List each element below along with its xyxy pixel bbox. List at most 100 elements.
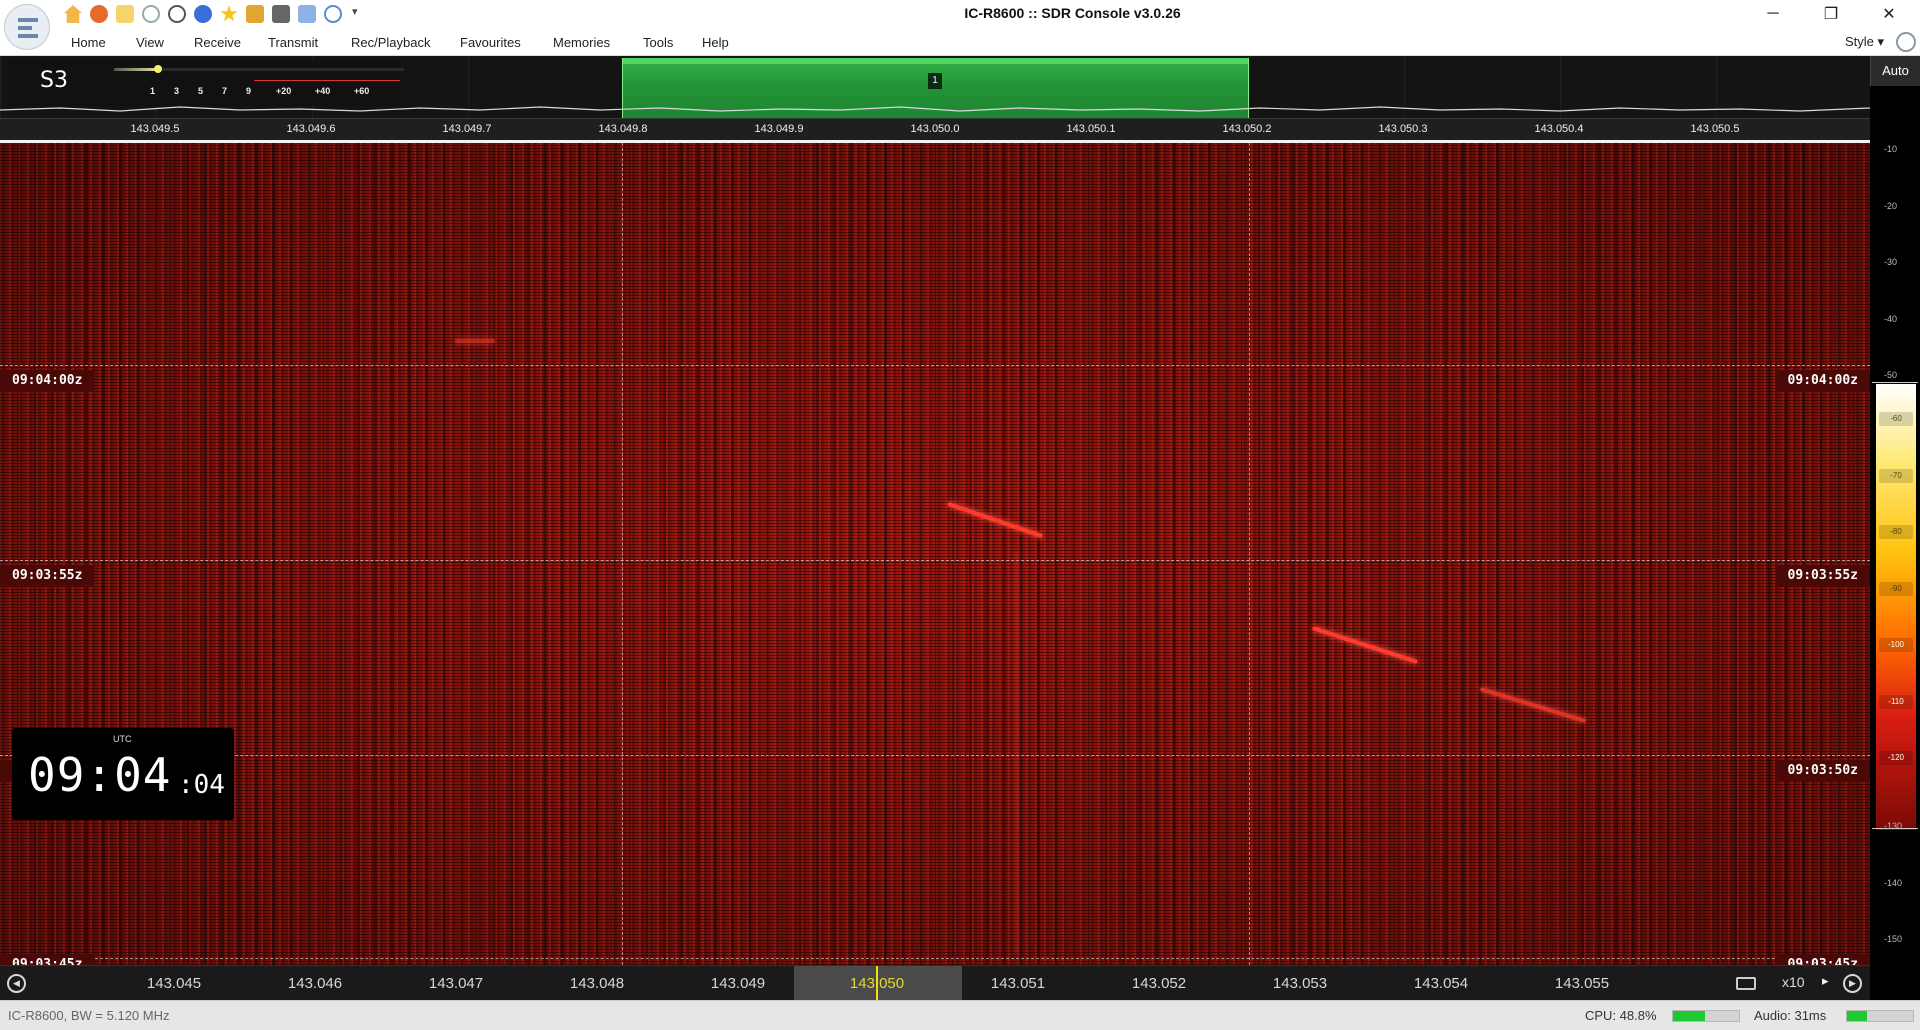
bandwidth-scale-bar[interactable]: ◀ 143.045 143.046 143.047 143.048 143.04… (0, 965, 1870, 1001)
cpu-usage-label: CPU: 48.8% (1585, 1008, 1657, 1023)
spectrum-trace (0, 106, 1870, 112)
auto-scale-button[interactable]: Auto (1870, 56, 1920, 86)
freq-tick: 143.049.7 (442, 123, 492, 135)
menu-receive[interactable]: Receive (194, 35, 241, 50)
waterfall-time-label-right: 09:03:50z (1775, 760, 1870, 782)
passband-top-edge[interactable] (623, 58, 1248, 64)
freq-tick: 143.050.4 (1534, 123, 1584, 135)
palette-label: -60 (1879, 412, 1913, 426)
s-scale-label: +20 (276, 86, 292, 96)
s-meter-over-s9-line (254, 80, 400, 81)
passband-right-edge-line (1249, 143, 1250, 965)
waterfall-time-label-right: 09:03:45z (1775, 954, 1870, 965)
cpu-usage-fill (1673, 1011, 1706, 1021)
db-label: -10 (1884, 144, 1898, 154)
s-scale-label: +40 (315, 86, 331, 96)
palette-label: -100 (1879, 638, 1913, 652)
meteor-ping-trace (1312, 626, 1418, 664)
scroll-right-icon[interactable]: ▶ (1843, 974, 1862, 993)
menu-transmit[interactable]: Transmit (268, 35, 318, 50)
waterfall-time-label-left: 09:03:45z (0, 954, 95, 965)
scroll-left-icon[interactable]: ◀ (7, 974, 26, 993)
s-scale-label: 3 (174, 86, 180, 96)
status-bar: IC-R8600, BW = 5.120 MHz CPU: 48.8% Audi… (0, 1000, 1920, 1030)
waterfall-time-label-right: 09:04:00z (1775, 370, 1870, 392)
s-meter-reading: S3 (40, 68, 68, 93)
time-gridline (0, 365, 1870, 366)
db-scale-panel[interactable]: Auto -10 -20 -30 -40 -50 -60 -70 -80 -90… (1870, 56, 1920, 1000)
menu-tools[interactable]: Tools (643, 35, 673, 50)
db-label: -30 (1884, 257, 1898, 267)
s-scale-label: 1 (150, 86, 156, 96)
bandwidth-tick: 143.049 (710, 975, 766, 992)
s-meter-bar-track (114, 65, 404, 73)
waterfall-time-label-right: 09:03:55z (1775, 565, 1870, 587)
bandwidth-tick: 143.048 (569, 975, 625, 992)
waterfall-time-label-left: 09:04:00z (0, 370, 95, 392)
keyboard-icon[interactable] (1736, 977, 1756, 990)
freq-tick: 143.050.5 (1690, 123, 1740, 135)
ribbon-menu-bar: Home View Receive Transmit Rec/Playback … (0, 28, 1920, 56)
app-logo-icon[interactable] (4, 4, 50, 50)
style-menu[interactable]: Style ▾ (1845, 34, 1884, 50)
style-gear-icon[interactable] (1896, 32, 1916, 52)
s-scale-label: +60 (354, 86, 370, 96)
bandwidth-tick: 143.050 (849, 975, 905, 992)
waterfall-time-label-left: 09:03:55z (0, 565, 95, 587)
freq-tick: 143.050.1 (1066, 123, 1116, 135)
close-button[interactable]: ✕ (1860, 0, 1918, 28)
menu-memories[interactable]: Memories (553, 35, 610, 50)
window-title: IC-R8600 :: SDR Console v3.0.26 (964, 5, 1181, 21)
palette-label: -70 (1879, 469, 1913, 483)
zoom-arrow-icon[interactable]: ▸ (1822, 973, 1829, 989)
meteor-ping-trace (1479, 687, 1587, 723)
s-meter-bar (114, 68, 158, 71)
freq-tick: 143.050.2 (1222, 123, 1272, 135)
waterfall-palette[interactable]: -60 -70 -80 -90 -100 -110 -120 (1876, 384, 1916, 830)
device-status: IC-R8600, BW = 5.120 MHz (8, 1008, 170, 1023)
title-bar: ▾ IC-R8600 :: SDR Console v3.0.26 ─ ❐ ✕ (0, 0, 1920, 28)
db-label: -40 (1884, 314, 1898, 324)
restore-button[interactable]: ❐ (1802, 0, 1860, 28)
freq-tick: 143.049.5 (130, 123, 180, 135)
palette-label: -90 (1879, 582, 1913, 596)
bandwidth-tick: 143.051 (990, 975, 1046, 992)
bandwidth-tick: 143.047 (428, 975, 484, 992)
faint-signal-trace (455, 339, 495, 343)
db-label: -130 (1884, 821, 1903, 831)
menu-rec-playback[interactable]: Rec/Playback (351, 35, 430, 50)
audio-latency-fill (1847, 1011, 1868, 1021)
db-label: -140 (1884, 878, 1903, 888)
menu-help[interactable]: Help (702, 35, 729, 50)
spectrum-display[interactable]: 1 S3 1 3 5 7 9 +20 +40 +60 143.049.5 143… (0, 56, 1870, 140)
db-label: -20 (1884, 201, 1898, 211)
meteor-ping-trace (947, 501, 1043, 539)
waterfall-display[interactable]: 09:04:00z 09:04:00z 09:03:55z 09:03:55z … (0, 143, 1870, 965)
minimize-button[interactable]: ─ (1744, 0, 1802, 28)
freq-tick: 143.049.6 (286, 123, 336, 135)
bandwidth-tick: 143.046 (287, 975, 343, 992)
utc-clock: UTC 09:04 :04 (12, 728, 234, 820)
zoom-factor[interactable]: x10 (1782, 974, 1805, 990)
s-scale-label: 7 (222, 86, 228, 96)
freq-tick: 143.050.0 (910, 123, 960, 135)
time-gridline (0, 560, 1870, 561)
style-label: Style (1844, 34, 1874, 49)
bandwidth-tick: 143.054 (1413, 975, 1469, 992)
menu-view[interactable]: View (136, 35, 164, 50)
passband-left-edge-line (622, 143, 623, 965)
palette-label: -120 (1879, 751, 1913, 765)
time-gridline (0, 755, 1870, 756)
faint-signal-trace (1015, 553, 1018, 953)
spectrum-frequency-axis: 143.049.5 143.049.6 143.049.7 143.049.8 … (0, 118, 1870, 140)
sdr-console-window: ▾ IC-R8600 :: SDR Console v3.0.26 ─ ❐ ✕ … (0, 0, 1920, 1030)
bandwidth-tick: 143.055 (1554, 975, 1610, 992)
s-meter-peak-dot (153, 65, 162, 73)
menu-home[interactable]: Home (71, 35, 106, 50)
palette-top-limit[interactable] (1872, 382, 1918, 383)
freq-tick: 143.050.3 (1378, 123, 1428, 135)
vfo-marker[interactable]: 1 (928, 73, 942, 89)
menu-favourites[interactable]: Favourites (460, 35, 521, 50)
audio-latency-label: Audio: 31ms (1754, 1008, 1827, 1023)
freq-tick: 143.049.8 (598, 123, 648, 135)
